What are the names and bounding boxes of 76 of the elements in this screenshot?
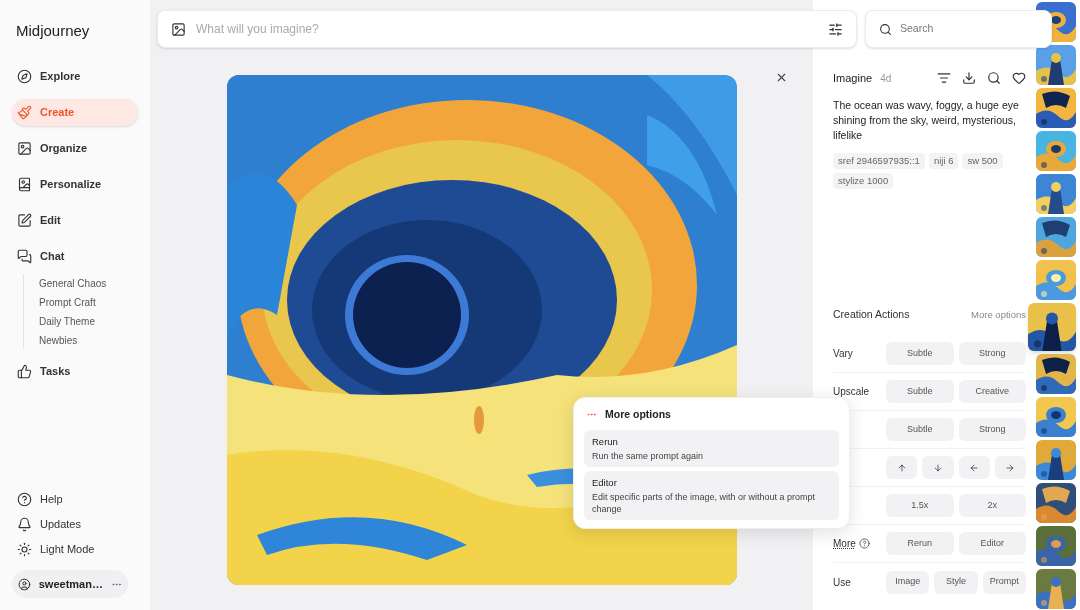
- footer-link[interactable]: Help: [17, 491, 138, 507]
- download-icon[interactable]: [962, 71, 976, 86]
- nav-item[interactable]: Edit: [12, 206, 138, 234]
- arrow-icon: [932, 462, 943, 473]
- nav-item[interactable]: Chat: [12, 242, 138, 270]
- bell-icon: [17, 516, 32, 532]
- image-icon: [17, 140, 32, 156]
- nav-item[interactable]: Personalize: [12, 170, 138, 198]
- heart-icon[interactable]: [1012, 71, 1026, 86]
- action-button[interactable]: Subtle: [886, 342, 954, 365]
- row-label: Vary: [833, 347, 853, 361]
- row-label: Upscale: [833, 385, 870, 399]
- action-button[interactable]: Subtle: [886, 380, 954, 403]
- footer-link[interactable]: Light Mode: [17, 541, 138, 557]
- action-button[interactable]: Subtle: [886, 418, 954, 441]
- nav-item[interactable]: Tasks: [12, 357, 138, 385]
- nav-item[interactable]: Organize: [12, 134, 138, 162]
- action-button[interactable]: Style: [934, 570, 978, 594]
- popup-option[interactable]: Rerun Run the same prompt again: [584, 429, 839, 467]
- action-button[interactable]: Editor: [958, 532, 1026, 555]
- brush-icon: [17, 104, 32, 120]
- app-title: Midjourney: [15, 21, 91, 41]
- chat-icon: [17, 248, 32, 264]
- more-options-link[interactable]: More options: [971, 308, 1026, 323]
- nav-item[interactable]: Explore: [12, 62, 138, 90]
- list-icon[interactable]: [937, 71, 951, 86]
- param-tag: sw 500: [962, 152, 1003, 169]
- action-button[interactable]: Prompt: [982, 570, 1026, 594]
- detail-title: Imagine: [833, 71, 873, 86]
- thumbs-up-icon: [17, 363, 32, 379]
- user-menu[interactable]: sweetman…: [12, 570, 128, 598]
- compass-icon: [17, 68, 32, 84]
- option-description: Run the same prompt again: [592, 450, 705, 462]
- prompt-input[interactable]: What will you imagine?: [196, 20, 818, 38]
- param-tag: sref 2946597935::1: [833, 152, 925, 169]
- action-button[interactable]: Image: [886, 570, 930, 594]
- action-button[interactable]: Strong: [958, 418, 1026, 441]
- option-title: Editor: [592, 476, 618, 490]
- action-button[interactable]: Strong: [958, 342, 1026, 365]
- user-icon: [18, 576, 31, 592]
- section-title: Creation Actions: [833, 307, 910, 323]
- sun-icon: [17, 541, 32, 557]
- search-bar[interactable]: Search: [865, 10, 1052, 48]
- option-title: Rerun: [592, 434, 619, 449]
- arrow-icon: [896, 462, 907, 473]
- arrow-icon: [969, 462, 980, 473]
- image-icon[interactable]: [171, 21, 186, 37]
- action-button[interactable]: Creative: [958, 380, 1026, 403]
- prompt-text: The ocean was wavy, foggy, a huge eye shining from the sky, weird, mysterious, lifelike: [833, 97, 1020, 143]
- close-icon[interactable]: [775, 71, 788, 84]
- popup-option[interactable]: Editor Edit specific parts of the image, with or without a prompt change: [584, 471, 839, 521]
- row-label: Use: [833, 575, 851, 590]
- edit-icon: [17, 212, 32, 228]
- param-tag: stylize 1000: [833, 172, 894, 189]
- channel-link[interactable]: Daily Theme: [39, 313, 138, 328]
- age-label: 4d: [880, 71, 892, 86]
- popup-title: More options: [605, 407, 671, 422]
- search-icon: [879, 22, 892, 36]
- channel-link[interactable]: General Chaos: [39, 275, 138, 290]
- help-icon[interactable]: [858, 538, 870, 549]
- arrow-icon: [1005, 462, 1016, 473]
- channel-link[interactable]: Newbies: [39, 332, 138, 347]
- option-description: Edit specific parts of the image, with or without a prompt change: [592, 491, 817, 516]
- settings-icon[interactable]: [828, 21, 843, 37]
- search-input[interactable]: Search: [900, 21, 1038, 37]
- search-icon[interactable]: [987, 71, 1001, 86]
- prompt-bar[interactable]: What will you imagine?: [157, 10, 857, 48]
- param-tag: niji 6: [928, 152, 959, 169]
- action-button[interactable]: 2x: [958, 494, 1026, 517]
- help-icon: [17, 491, 32, 507]
- action-button[interactable]: Rerun: [886, 532, 954, 555]
- channel-link[interactable]: Prompt Craft: [39, 294, 138, 309]
- row-label: More: [833, 537, 856, 551]
- footer-link[interactable]: Updates: [17, 516, 138, 532]
- book-icon: [17, 176, 32, 192]
- action-button[interactable]: 1.5x: [886, 494, 954, 517]
